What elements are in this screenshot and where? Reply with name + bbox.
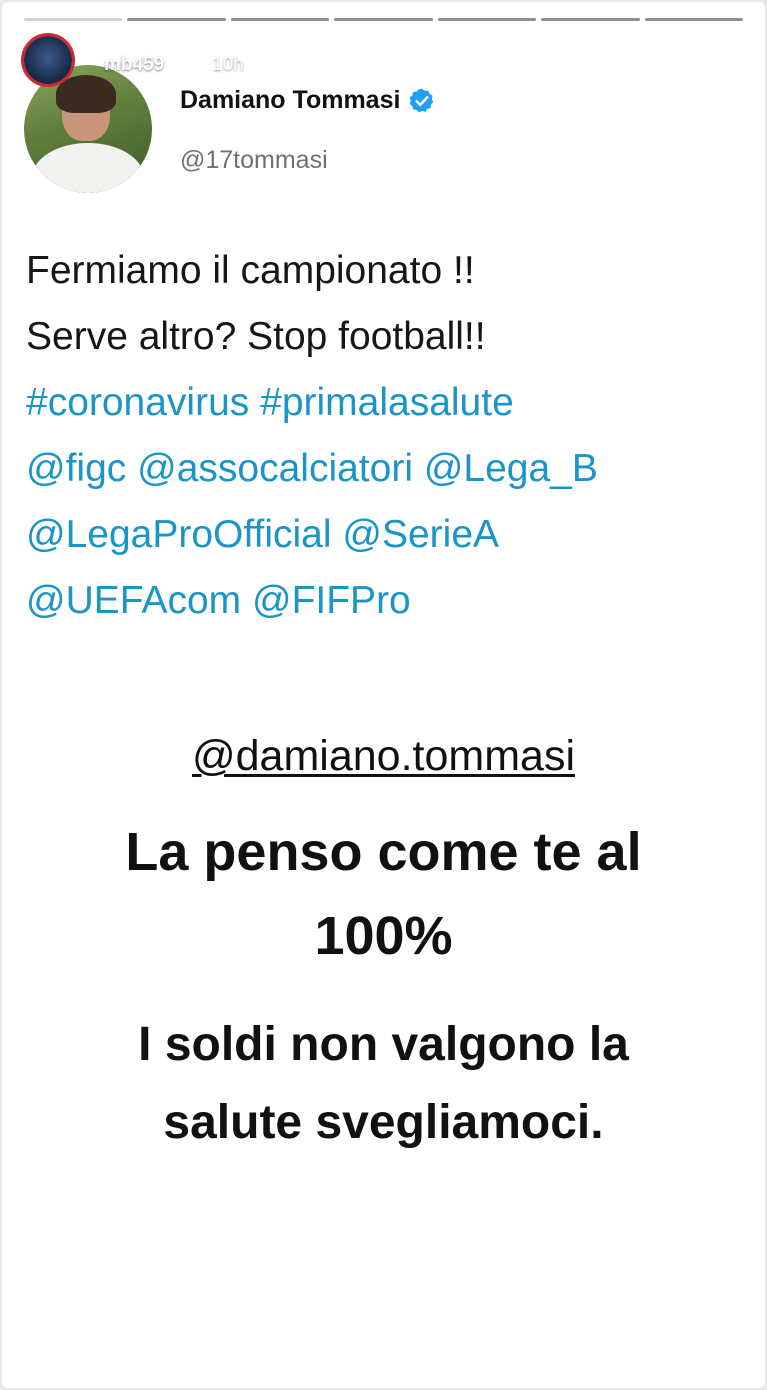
mention-link[interactable]: @FIFPro [252,579,411,622]
story-caption-secondary: I soldi non valgono la salute svegliamoc… [2,1006,765,1162]
mention-sticker[interactable]: @damiano.tommasi [2,732,765,781]
tweet-line: Fermiamo il campionato !! [26,249,475,292]
display-name-text: Damiano Tommasi [180,86,401,114]
progress-segment [334,18,433,21]
progress-segment [437,18,537,21]
story-frame: Damiano Tommasi @17tommasi Fermiamo il c… [2,2,765,1388]
progress-segment [127,18,226,21]
story-progress-bar [24,18,743,21]
mention-link[interactable]: @assocalciatori [137,447,413,490]
close-icon[interactable] [711,48,745,82]
story-caption: La penso come te al 100% [2,810,765,978]
tweet-author-name: Damiano Tommasi [180,86,436,115]
progress-segment [644,18,743,21]
mention-link[interactable]: @UEFAcom [26,579,241,622]
mention-link[interactable]: @Lega_B [424,447,598,490]
tweet-author-handle: @17tommasi [180,146,328,174]
verified-badge-icon [410,88,434,112]
caption-line: La penso come te al [125,822,642,882]
hashtag-link[interactable]: #primalasalute [260,381,514,424]
mention-link[interactable]: @SerieA [342,513,499,556]
tweet-author-avatar [24,65,152,193]
story-user-avatar[interactable] [24,36,72,84]
caption-line: salute svegliamoci. [163,1096,604,1149]
caption-line: 100% [314,906,453,966]
story-username[interactable]: mb459 [104,54,164,76]
mention-link[interactable]: @LegaProOfficial [26,513,332,556]
caption-line: I soldi non valgono la [138,1018,629,1071]
progress-segment [230,18,330,21]
progress-segment [541,18,640,21]
tweet-line: Serve altro? Stop football!! [26,315,486,358]
hashtag-link[interactable]: #coronavirus [26,381,249,424]
mention-link[interactable]: @figc [26,447,126,490]
progress-segment [24,18,123,21]
tweet-body: Fermiamo il campionato !! Serve altro? S… [26,238,756,634]
story-timestamp: 10h [212,54,244,75]
mention-sticker-text[interactable]: @damiano.tommasi [192,732,575,780]
